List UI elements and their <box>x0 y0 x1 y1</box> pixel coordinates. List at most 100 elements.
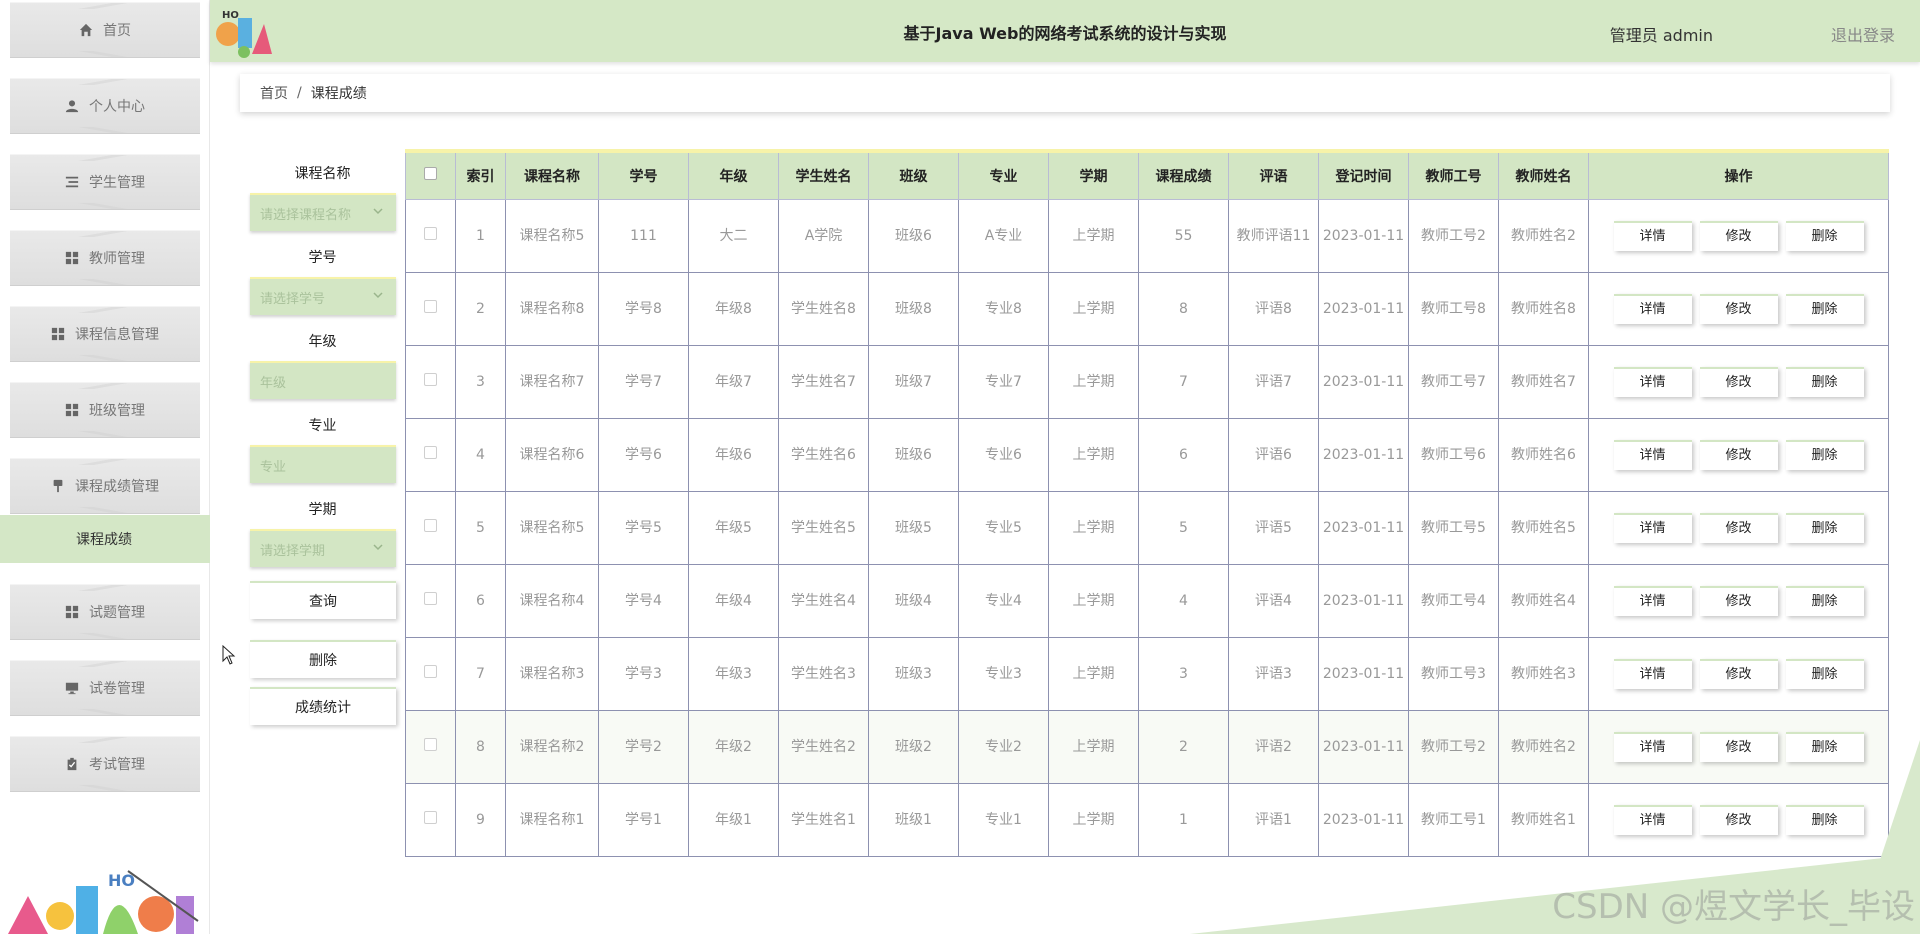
cell-comment: 教师评语11 <box>1228 198 1319 273</box>
delete-button[interactable]: 删除 <box>1785 731 1864 762</box>
delete-button[interactable]: 删除 <box>1785 658 1864 689</box>
edit-button[interactable]: 修改 <box>1699 220 1778 251</box>
cell-course: 课程名称5 <box>505 198 599 273</box>
row-actions-cell: 详情 修改 删除 <box>1588 636 1889 711</box>
cell-comment: 评语8 <box>1228 271 1319 346</box>
sidebar-item-papers[interactable]: 试卷管理 <box>10 660 200 716</box>
student-no-label: 学号 <box>308 250 337 266</box>
cell-sno: 学号8 <box>598 271 689 346</box>
cell-comment: 评语1 <box>1228 782 1319 857</box>
detail-button[interactable]: 详情 <box>1613 220 1692 251</box>
row-checkbox[interactable] <box>424 445 437 459</box>
cell-idx: 1 <box>455 198 506 273</box>
sidebar-item-questions[interactable]: 试题管理 <box>10 584 200 640</box>
student-no-select[interactable]: 请选择学号 <box>250 277 396 315</box>
delete-button[interactable]: 删除 <box>1785 439 1864 470</box>
row-checkbox[interactable] <box>424 664 437 678</box>
table-row: 8 课程名称2 学号2 年级2 学生姓名2 班级2 专业2 上学期 2 评语2 2023-01-11… <box>405 709 1889 784</box>
delete-button[interactable]: 删除 <box>1785 293 1864 324</box>
cell-sno: 学号4 <box>598 563 689 638</box>
detail-button[interactable]: 详情 <box>1613 658 1692 689</box>
sidebar-subitem-course-score[interactable]: 课程成绩 <box>0 515 210 563</box>
delete-button[interactable]: 删除 <box>1785 366 1864 397</box>
edit-button[interactable]: 修改 <box>1699 366 1778 397</box>
term-select[interactable]: 请选择学期 <box>250 529 396 567</box>
cell-tno: 教师工号1 <box>1408 782 1499 857</box>
sidebar-item-home[interactable]: 首页 <box>10 2 200 58</box>
delete-button[interactable]: 删除 <box>1785 585 1864 616</box>
row-select-cell <box>405 490 456 565</box>
grade-label: 年级 <box>308 334 337 350</box>
query-button[interactable]: 查询 <box>250 581 396 619</box>
cell-time: 2023-01-11 <box>1318 490 1409 565</box>
row-select-cell <box>405 563 456 638</box>
cell-term: 上学期 <box>1048 198 1139 273</box>
breadcrumb-home[interactable]: 首页 <box>260 83 288 103</box>
major-input[interactable]: 专业 <box>250 445 396 483</box>
detail-button[interactable]: 详情 <box>1613 439 1692 470</box>
sidebar-item-teachers[interactable]: 教师管理 <box>10 230 200 286</box>
edit-button[interactable]: 修改 <box>1699 585 1778 616</box>
cell-term: 上学期 <box>1048 417 1139 492</box>
sidebar-item-personal-center[interactable]: 个人中心 <box>10 78 200 134</box>
delete-button[interactable]: 删除 <box>1785 804 1864 835</box>
sidebar-item-classes[interactable]: 班级管理 <box>10 382 200 438</box>
edit-button[interactable]: 修改 <box>1699 804 1778 835</box>
sidebar-item-exams[interactable]: 考试管理 <box>10 736 200 792</box>
edit-button[interactable]: 修改 <box>1699 731 1778 762</box>
row-checkbox[interactable] <box>424 372 437 386</box>
cell-sno: 学号2 <box>598 709 689 784</box>
detail-button[interactable]: 详情 <box>1613 804 1692 835</box>
select-all-checkbox[interactable] <box>424 167 437 181</box>
detail-button[interactable]: 详情 <box>1613 512 1692 543</box>
edit-button[interactable]: 修改 <box>1699 658 1778 689</box>
row-checkbox[interactable] <box>424 299 437 313</box>
course-name-select[interactable]: 请选择课程名称 <box>250 193 396 231</box>
cell-comment: 评语4 <box>1228 563 1319 638</box>
bulk-delete-button[interactable]: 删除 <box>250 640 396 678</box>
row-select-cell <box>405 636 456 711</box>
cell-major: 专业3 <box>958 636 1049 711</box>
column-header: 课程成绩 <box>1138 150 1229 200</box>
grade-input[interactable]: 年级 <box>250 361 396 399</box>
cell-name: 学生姓名6 <box>778 417 869 492</box>
row-checkbox[interactable] <box>424 737 437 751</box>
cell-cls: 班级4 <box>868 563 959 638</box>
user-icon <box>65 99 79 113</box>
score-stats-button[interactable]: 成绩统计 <box>250 687 396 725</box>
detail-button[interactable]: 详情 <box>1613 293 1692 324</box>
sidebar-item-label: 教师管理 <box>89 251 145 267</box>
column-header: 专业 <box>958 150 1049 200</box>
cell-major: 专业2 <box>958 709 1049 784</box>
cell-tno: 教师工号3 <box>1408 636 1499 711</box>
cell-idx: 5 <box>455 490 506 565</box>
edit-button[interactable]: 修改 <box>1699 439 1778 470</box>
cell-term: 上学期 <box>1048 271 1139 346</box>
pin-icon <box>51 479 65 493</box>
logout-link[interactable]: 退出登录 <box>1831 22 1895 46</box>
sidebar-item-course-scores[interactable]: 课程成绩管理 <box>10 458 200 514</box>
detail-button[interactable]: 详情 <box>1613 731 1692 762</box>
chevron-down-icon <box>372 205 384 221</box>
edit-button[interactable]: 修改 <box>1699 293 1778 324</box>
grid-icon <box>65 605 79 619</box>
row-checkbox[interactable] <box>424 226 437 240</box>
cell-term: 上学期 <box>1048 344 1139 419</box>
delete-button[interactable]: 删除 <box>1785 220 1864 251</box>
sidebar-item-course-info[interactable]: 课程信息管理 <box>10 306 200 362</box>
cell-sno: 111 <box>598 198 689 273</box>
detail-button[interactable]: 详情 <box>1613 366 1692 397</box>
cell-course: 课程名称7 <box>505 344 599 419</box>
column-header: 学生姓名 <box>778 150 869 200</box>
cell-time: 2023-01-11 <box>1318 344 1409 419</box>
detail-button[interactable]: 详情 <box>1613 585 1692 616</box>
delete-button[interactable]: 删除 <box>1785 512 1864 543</box>
row-checkbox[interactable] <box>424 810 437 824</box>
sidebar-item-students[interactable]: 学生管理 <box>10 154 200 210</box>
cell-course: 课程名称1 <box>505 782 599 857</box>
cell-cls: 班级2 <box>868 709 959 784</box>
cell-grade: 年级3 <box>688 636 779 711</box>
edit-button[interactable]: 修改 <box>1699 512 1778 543</box>
row-checkbox[interactable] <box>424 518 437 532</box>
row-checkbox[interactable] <box>424 591 437 605</box>
